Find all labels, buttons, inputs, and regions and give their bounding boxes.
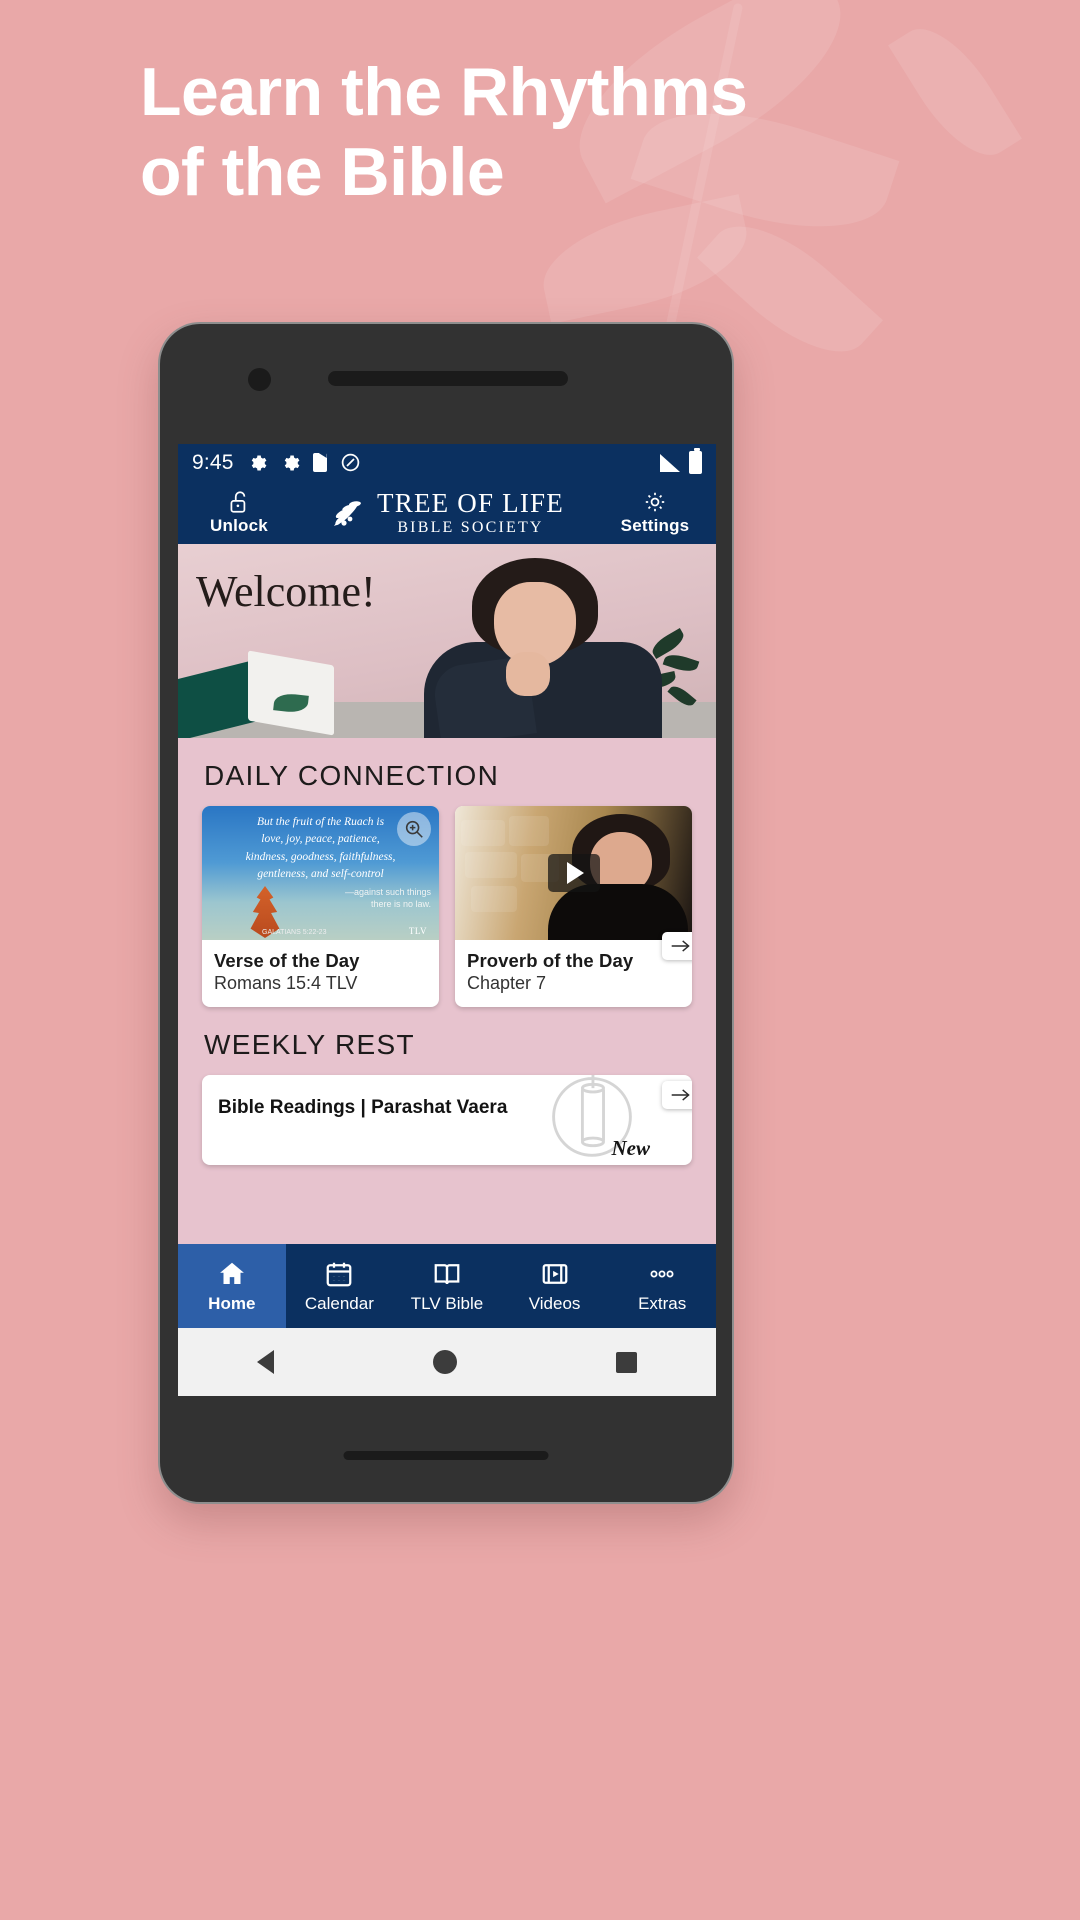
verse-attribution-1: —against such things: [344, 886, 431, 897]
app-logo-text: TREE OF LIFE BIBLE SOCIETY: [377, 487, 564, 536]
hero-banner[interactable]: Welcome!: [178, 544, 716, 738]
section-title-daily-connection: DAILY CONNECTION: [204, 760, 500, 791]
nav-label-tlv-bible: TLV Bible: [410, 1293, 484, 1313]
verse-card-body: Verse of the Day Romans 15:4 TLV: [202, 940, 439, 1007]
video-icon: [542, 1263, 567, 1284]
verse-of-the-day-card[interactable]: But the fruit of the Ruach is love, joy,…: [202, 806, 439, 1007]
promo-headline-line2: of the Bible: [140, 134, 505, 211]
home-icon: [219, 1262, 244, 1284]
olive-branch-icon: [334, 500, 361, 526]
phone-screen: 9:45 Unlock TREE OF LIFE BIBLE SOCIETY S…: [178, 444, 716, 1396]
magnify-plus-icon: [405, 820, 423, 838]
proverb-card-body: Proverb of the Day Chapter 7: [455, 940, 692, 1007]
app-logo-line2: BIBLE SOCIETY: [397, 518, 544, 536]
signal-icon: [660, 453, 680, 472]
home-circle-icon[interactable]: [432, 1350, 457, 1374]
gear-icon: [645, 492, 665, 512]
app-bar: Unlock TREE OF LIFE BIBLE SOCIETY Settin…: [178, 481, 716, 544]
magnify-plus-button[interactable]: [397, 812, 431, 846]
verse-attribution: —against such things there is no law.: [202, 886, 431, 910]
weekly-rest-arrow-button[interactable]: [662, 1081, 692, 1109]
arrow-right-icon: [671, 940, 690, 952]
earpiece-speaker: [328, 371, 568, 386]
verse-reference: GALATIANS 5:22-23: [262, 929, 327, 936]
book-icon: [434, 1263, 460, 1284]
system-navigation-bar: [178, 1328, 716, 1396]
status-clock: 9:45: [192, 450, 234, 474]
promo-headline-line1: Learn the Rhythms: [140, 54, 748, 130]
arrow-right-icon: [671, 1089, 690, 1101]
settings-label: Settings: [620, 516, 690, 535]
verse-attribution-2: there is no law.: [370, 898, 431, 909]
weekly-rest-title: Bible Readings | Parashat Vaera: [218, 1097, 508, 1118]
proverb-card-subtitle: Chapter 7: [467, 973, 547, 993]
unlock-label: Unlock: [210, 516, 268, 535]
verse-card-title: Verse of the Day: [214, 950, 360, 971]
verse-line-4: gentleness, and self-control: [257, 867, 384, 880]
nav-label-extras: Extras: [638, 1293, 687, 1313]
gear-icon: [251, 455, 267, 470]
nav-item-home[interactable]: Home: [178, 1244, 286, 1328]
bottom-navigation: Home Calendar TLV Bible Videos Extras: [178, 1244, 716, 1328]
proverb-of-the-day-card[interactable]: Proverb of the Day Chapter 7: [455, 806, 692, 1007]
nav-item-videos[interactable]: Videos: [501, 1244, 609, 1328]
app-logo-line1: TREE OF LIFE: [377, 487, 564, 518]
unlock-button[interactable]: Unlock: [196, 489, 282, 536]
play-icon: [566, 862, 584, 884]
gear-icon: [284, 455, 300, 470]
recents-square-icon[interactable]: [615, 1351, 637, 1373]
verse-line-3: kindness, goodness, faithfulness,: [245, 850, 396, 863]
battery-icon: [689, 448, 702, 474]
play-video-button[interactable]: [547, 854, 600, 892]
decor-leaf: [533, 194, 757, 324]
weekly-rest-card[interactable]: Bible Readings | Parashat Vaera New: [202, 1075, 692, 1165]
app-logo: TREE OF LIFE BIBLE SOCIETY: [282, 487, 612, 536]
settings-button[interactable]: Settings: [612, 489, 698, 536]
phone-chin-bar: [343, 1451, 549, 1460]
nav-item-tlv-bible[interactable]: TLV Bible: [393, 1244, 501, 1328]
promo-headline: Learn the Rhythms of the Bible: [140, 52, 980, 212]
verse-card-subtitle: Romans 15:4 TLV: [214, 973, 358, 993]
hero-person-image: [410, 556, 678, 738]
more-dots-icon: [650, 1269, 674, 1277]
proverb-card-image: [455, 806, 692, 940]
verse-brand-label: TLV: [408, 926, 427, 936]
hero-open-book: [178, 650, 334, 738]
section-title-weekly-rest: WEEKLY REST: [204, 1029, 415, 1060]
back-triangle-icon[interactable]: [257, 1350, 275, 1374]
do-not-disturb-icon: [341, 453, 359, 472]
nav-item-extras[interactable]: Extras: [608, 1244, 716, 1328]
front-camera-icon: [248, 368, 271, 391]
weekly-rest-new-badge: New: [611, 1136, 651, 1160]
sd-card-icon: [312, 453, 327, 472]
nav-item-calendar[interactable]: Calendar: [286, 1244, 394, 1328]
proverb-card-arrow-button[interactable]: [662, 932, 692, 960]
unlock-icon: [230, 491, 246, 513]
phone-mockup: 9:45 Unlock TREE OF LIFE BIBLE SOCIETY S…: [158, 322, 734, 1504]
daily-connection-cards: But the fruit of the Ruach is love, joy,…: [178, 806, 716, 1007]
verse-card-image: But the fruit of the Ruach is love, joy,…: [202, 806, 439, 940]
calendar-icon: [327, 1262, 352, 1286]
hero-welcome-text: Welcome!: [196, 567, 376, 616]
nav-label-calendar: Calendar: [304, 1293, 374, 1313]
proverb-card-title: Proverb of the Day: [467, 950, 634, 971]
status-bar-right: [660, 448, 702, 474]
nav-label-home: Home: [208, 1293, 256, 1313]
nav-label-videos: Videos: [528, 1293, 581, 1313]
status-bar: 9:45: [178, 444, 716, 481]
